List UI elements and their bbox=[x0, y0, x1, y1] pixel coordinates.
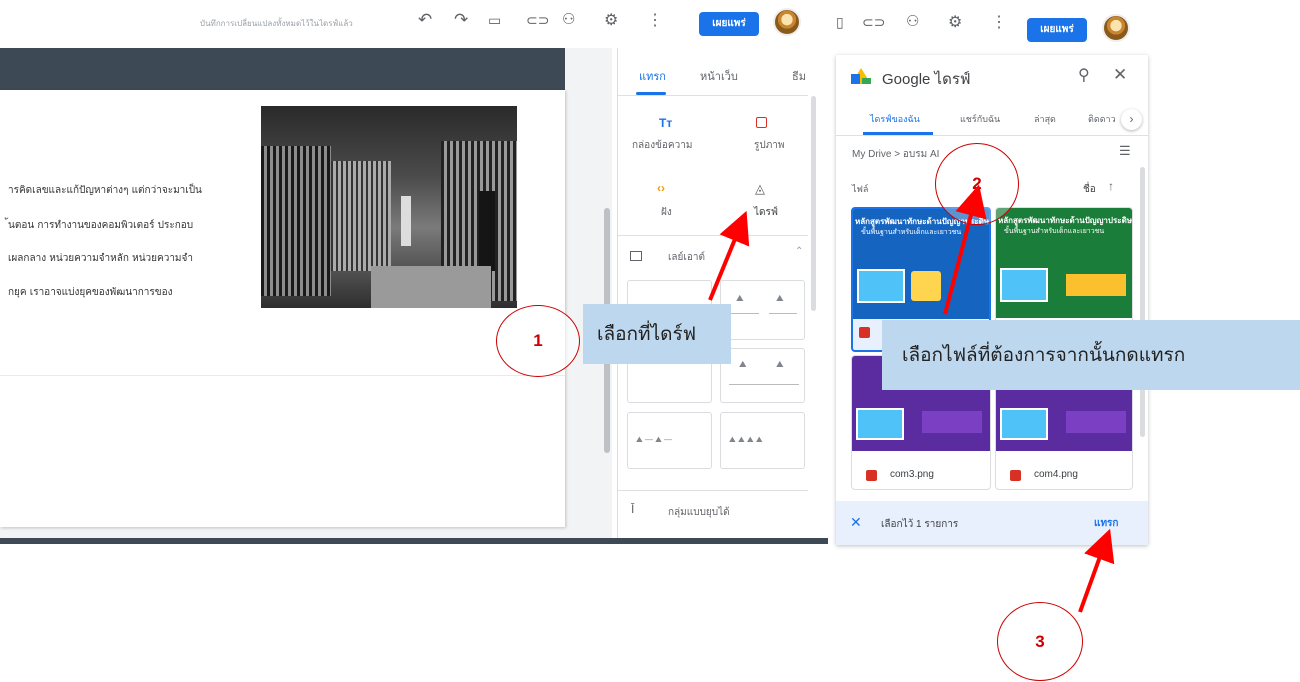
arrow-to-file bbox=[943, 184, 987, 315]
annotation-arrows bbox=[708, 184, 1115, 613]
arrow-to-insert bbox=[1078, 528, 1115, 613]
arrow-to-drive bbox=[708, 210, 750, 301]
